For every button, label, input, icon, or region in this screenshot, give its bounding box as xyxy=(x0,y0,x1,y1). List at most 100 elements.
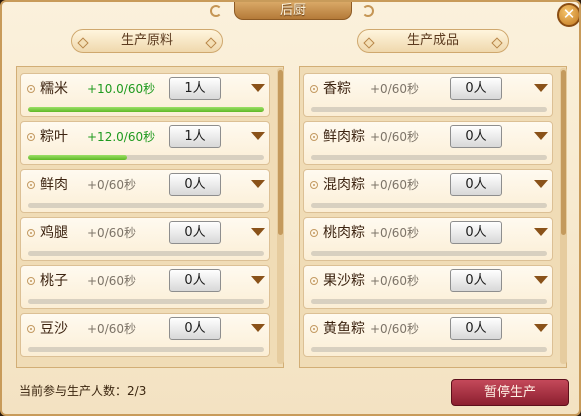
bullet-icon xyxy=(27,133,35,141)
production-rate: +12.0/60秒 xyxy=(87,130,156,144)
progress-bar xyxy=(28,155,264,160)
ingredient-row: 豆沙 +0/60秒 0人 xyxy=(20,313,270,357)
participants-label: 当前参与生产人数： xyxy=(19,384,128,398)
item-name: 粽叶 xyxy=(40,129,68,145)
pause-production-button[interactable]: 暂停生产 xyxy=(451,379,569,406)
ingredient-row: 桃子 +0/60秒 0人 xyxy=(20,265,270,309)
bullet-icon xyxy=(27,181,35,189)
dropdown-arrow-icon[interactable] xyxy=(251,84,265,92)
worker-count-button[interactable]: 0人 xyxy=(169,317,221,340)
dropdown-arrow-icon[interactable] xyxy=(534,132,548,140)
products-header: 生产成品 xyxy=(357,29,509,53)
progress-bar xyxy=(311,299,547,304)
item-name: 混肉粽 xyxy=(323,177,365,193)
production-rate: +10.0/60秒 xyxy=(87,82,156,96)
product-row: 桃肉粽 +0/60秒 0人 xyxy=(303,217,553,261)
products-list: 香粽 +0/60秒 0人 鲜肉粽 +0/60秒 0人 混肉粽 +0/60秒 0人 桃肉粽 +0/60… xyxy=(299,66,567,368)
production-rate: +0/60秒 xyxy=(370,82,420,96)
ingredients-list: 糯米 +10.0/60秒 1人 粽叶 +12.0/60秒 1人 鲜肉 +0/60秒 0人 鸡腿 +0… xyxy=(16,66,284,368)
production-rate: +0/60秒 xyxy=(87,322,137,336)
dropdown-arrow-icon[interactable] xyxy=(534,276,548,284)
progress-bar xyxy=(28,203,264,208)
ingredient-row: 粽叶 +12.0/60秒 1人 xyxy=(20,121,270,165)
item-name: 桃肉粽 xyxy=(323,225,365,241)
dropdown-arrow-icon[interactable] xyxy=(534,180,548,188)
dropdown-arrow-icon[interactable] xyxy=(251,276,265,284)
item-name: 鲜肉粽 xyxy=(323,129,365,145)
item-name: 豆沙 xyxy=(40,321,68,337)
worker-count-button[interactable]: 1人 xyxy=(169,125,221,148)
progress-bar xyxy=(28,299,264,304)
participants-text: 当前参与生产人数：2/3 xyxy=(19,382,146,400)
bullet-icon xyxy=(310,133,318,141)
dropdown-arrow-icon[interactable] xyxy=(251,180,265,188)
progress-bar xyxy=(311,203,547,208)
production-rate: +0/60秒 xyxy=(370,130,420,144)
ingredients-header: 生产原料 xyxy=(71,29,223,53)
production-rate: +0/60秒 xyxy=(87,178,137,192)
participants-count: 2/3 xyxy=(127,384,147,398)
progress-bar xyxy=(28,251,264,256)
dropdown-arrow-icon[interactable] xyxy=(534,84,548,92)
progress-fill xyxy=(28,107,264,112)
close-button[interactable]: ✕ xyxy=(557,3,579,27)
progress-bar xyxy=(311,107,547,112)
worker-count-button[interactable]: 0人 xyxy=(450,125,502,148)
item-name: 糯米 xyxy=(40,81,68,97)
progress-bar xyxy=(311,347,547,352)
worker-count-button[interactable]: 0人 xyxy=(450,269,502,292)
worker-count-button[interactable]: 0人 xyxy=(450,317,502,340)
products-scroll-thumb[interactable] xyxy=(561,70,566,235)
dropdown-arrow-icon[interactable] xyxy=(251,132,265,140)
item-name: 果沙粽 xyxy=(323,273,365,289)
production-rate: +0/60秒 xyxy=(370,322,420,336)
progress-bar xyxy=(28,347,264,352)
item-name: 黄鱼粽 xyxy=(323,321,365,337)
bullet-icon xyxy=(310,181,318,189)
ingredients-scrollbar[interactable] xyxy=(277,68,284,364)
window-title: 后厨 xyxy=(234,2,352,20)
item-name: 鸡腿 xyxy=(40,225,68,241)
progress-bar xyxy=(311,251,547,256)
item-name: 桃子 xyxy=(40,273,68,289)
product-row: 混肉粽 +0/60秒 0人 xyxy=(303,169,553,213)
progress-bar xyxy=(28,107,264,112)
dropdown-arrow-icon[interactable] xyxy=(251,324,265,332)
bullet-icon xyxy=(310,229,318,237)
title-ornament-left xyxy=(210,5,222,17)
dropdown-arrow-icon[interactable] xyxy=(251,228,265,236)
bullet-icon xyxy=(310,325,318,333)
dropdown-arrow-icon[interactable] xyxy=(534,228,548,236)
kitchen-panel: 后厨 ✕ 生产原料 生产成品 糯米 +10.0/60秒 1人 粽叶 +12.0/60秒 1… xyxy=(0,0,581,416)
progress-bar xyxy=(311,155,547,160)
worker-count-button[interactable]: 0人 xyxy=(450,221,502,244)
worker-count-button[interactable]: 1人 xyxy=(169,77,221,100)
ingredients-scroll-thumb[interactable] xyxy=(278,70,283,235)
production-rate: +0/60秒 xyxy=(370,274,420,288)
bullet-icon xyxy=(310,85,318,93)
worker-count-button[interactable]: 0人 xyxy=(169,221,221,244)
ingredient-row: 鸡腿 +0/60秒 0人 xyxy=(20,217,270,261)
bullet-icon xyxy=(310,277,318,285)
ingredient-row: 糯米 +10.0/60秒 1人 xyxy=(20,73,270,117)
production-rate: +0/60秒 xyxy=(370,178,420,192)
product-row: 果沙粽 +0/60秒 0人 xyxy=(303,265,553,309)
item-name: 鲜肉 xyxy=(40,177,68,193)
dropdown-arrow-icon[interactable] xyxy=(534,324,548,332)
bullet-icon xyxy=(27,325,35,333)
worker-count-button[interactable]: 0人 xyxy=(169,269,221,292)
title-ornament-right xyxy=(362,5,374,17)
worker-count-button[interactable]: 0人 xyxy=(450,77,502,100)
bullet-icon xyxy=(27,277,35,285)
worker-count-button[interactable]: 0人 xyxy=(450,173,502,196)
product-row: 黄鱼粽 +0/60秒 0人 xyxy=(303,313,553,357)
production-rate: +0/60秒 xyxy=(87,226,137,240)
products-scrollbar[interactable] xyxy=(560,68,567,364)
bullet-icon xyxy=(27,229,35,237)
bullet-icon xyxy=(27,85,35,93)
progress-fill xyxy=(28,155,128,160)
ingredient-row: 鲜肉 +0/60秒 0人 xyxy=(20,169,270,213)
item-name: 香粽 xyxy=(323,81,351,97)
worker-count-button[interactable]: 0人 xyxy=(169,173,221,196)
product-row: 鲜肉粽 +0/60秒 0人 xyxy=(303,121,553,165)
